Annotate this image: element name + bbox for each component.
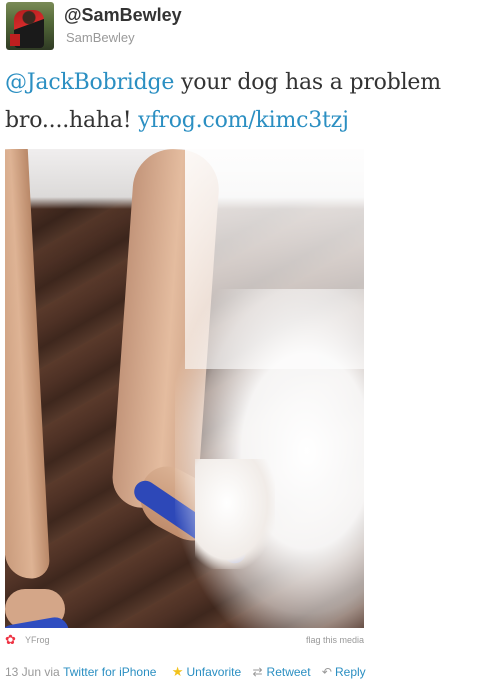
avatar[interactable]	[6, 2, 54, 50]
retweet-button[interactable]: Retweet	[267, 665, 311, 679]
client-link[interactable]: Twitter for iPhone	[63, 665, 156, 679]
photo-dog	[195, 459, 275, 569]
reply-button[interactable]: Reply	[335, 665, 366, 679]
tweet-footer: 13 Jun via Twitter for iPhone ★ Unfavorit…	[5, 664, 500, 680]
flag-media-link[interactable]: flag this media	[306, 635, 364, 645]
yfrog-icon: ✿	[5, 632, 16, 647]
mention-link[interactable]: @JackBobridge	[5, 70, 174, 95]
full-name: SamBewley	[66, 30, 135, 45]
media-provider[interactable]: YFrog	[25, 635, 50, 645]
tweet-header: @SamBewley SamBewley	[4, 2, 498, 54]
media-link[interactable]: yfrog.com/kimc3tzj	[138, 108, 349, 133]
avatar-badge	[10, 34, 20, 46]
screen-name[interactable]: @SamBewley	[64, 5, 182, 26]
via-label: via	[44, 665, 60, 679]
tweet-date[interactable]: 13 Jun	[5, 665, 41, 679]
media-bar: ✿ YFrog flag this media	[5, 632, 364, 650]
unfavorite-button[interactable]: Unfavorite	[186, 665, 241, 679]
retweet-icon[interactable]: ⇄	[252, 665, 262, 679]
tweet-text: @JackBobridge your dog has a problem bro…	[5, 64, 500, 140]
tweet-photo[interactable]	[5, 149, 364, 628]
star-icon[interactable]: ★	[172, 664, 184, 680]
reply-icon[interactable]: ↶	[322, 665, 332, 679]
